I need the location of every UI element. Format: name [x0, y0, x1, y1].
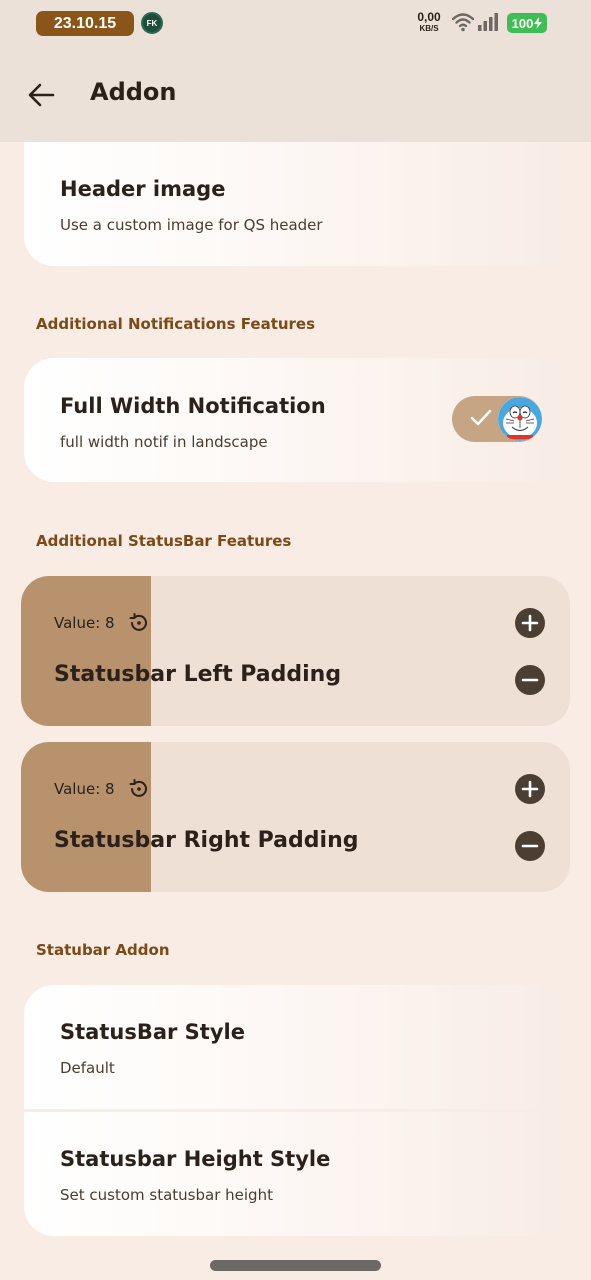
notification-badge: FK [141, 12, 163, 34]
slider-title: Statusbar Left Padding [54, 662, 342, 687]
plus-icon [521, 780, 539, 798]
signal-icon [478, 13, 498, 31]
toggle-knob [498, 397, 542, 441]
status-time: 23.10.15 [36, 11, 134, 36]
doraemon-face-icon [498, 397, 542, 441]
full-width-notification-item[interactable]: Full Width Notification full width notif… [24, 358, 570, 482]
statusbar-height-style-item[interactable]: Statusbar Height Style Set custom status… [24, 1112, 570, 1236]
decrease-button[interactable] [515, 831, 545, 861]
battery-indicator: 100 [507, 13, 547, 33]
back-arrow-icon[interactable] [26, 80, 56, 110]
slider-value-row: Value: 8 [54, 778, 149, 800]
statusbar-style-item[interactable]: StatusBar Style Default [24, 985, 570, 1109]
statusbar-height-style-title: Statusbar Height Style [60, 1147, 331, 1171]
slider-fill [21, 576, 152, 726]
full-width-notification-toggle[interactable] [452, 396, 542, 442]
section-header-notifications: Additional Notifications Features [36, 315, 316, 333]
network-speed-unit: KB/S [419, 24, 439, 33]
battery-level: 100 [511, 15, 534, 31]
page-title: Addon [90, 78, 177, 106]
reset-icon[interactable] [127, 612, 149, 634]
check-icon [470, 409, 492, 426]
statusbar-left-padding-slider[interactable]: Value: 8 Statusbar Left Padding [21, 576, 570, 726]
statusbar-height-style-subtitle: Set custom statusbar height [60, 1186, 273, 1204]
status-bar: 23.10.15 FK 0,00 KB/S 100 [0, 0, 591, 48]
home-indicator[interactable] [210, 1260, 381, 1271]
slider-value-row: Value: 8 [54, 612, 149, 634]
app-bar: Addon [0, 48, 591, 142]
network-speed: 0,00 KB/S [412, 11, 446, 33]
slider-value-label: Value: 8 [54, 780, 115, 798]
statusbar-right-padding-slider[interactable]: Value: 8 Statusbar Right Padding [21, 742, 570, 892]
header-image-title: Header image [60, 177, 226, 201]
full-width-notification-subtitle: full width notif in landscape [60, 433, 268, 451]
increase-button[interactable] [515, 774, 545, 804]
reset-icon[interactable] [127, 778, 149, 800]
decrease-button[interactable] [515, 665, 545, 695]
slider-value-label: Value: 8 [54, 614, 115, 632]
section-header-statusbar: Additional StatusBar Features [36, 532, 292, 550]
minus-icon [521, 844, 539, 848]
statusbar-style-subtitle: Default [60, 1059, 115, 1077]
section-header-statubar-addon: Statubar Addon [36, 941, 170, 959]
header-image-subtitle: Use a custom image for QS header [60, 216, 323, 234]
charging-bolt-icon [534, 17, 543, 29]
plus-icon [521, 614, 539, 632]
minus-icon [521, 678, 539, 682]
wifi-icon [452, 13, 474, 32]
slider-fill [21, 742, 152, 892]
header-image-item[interactable]: Header image Use a custom image for QS h… [24, 142, 570, 266]
slider-title: Statusbar Right Padding [54, 828, 359, 853]
full-width-notification-title: Full Width Notification [60, 394, 326, 418]
statusbar-style-title: StatusBar Style [60, 1020, 245, 1044]
network-speed-value: 0,00 [417, 10, 441, 24]
increase-button[interactable] [515, 608, 545, 638]
